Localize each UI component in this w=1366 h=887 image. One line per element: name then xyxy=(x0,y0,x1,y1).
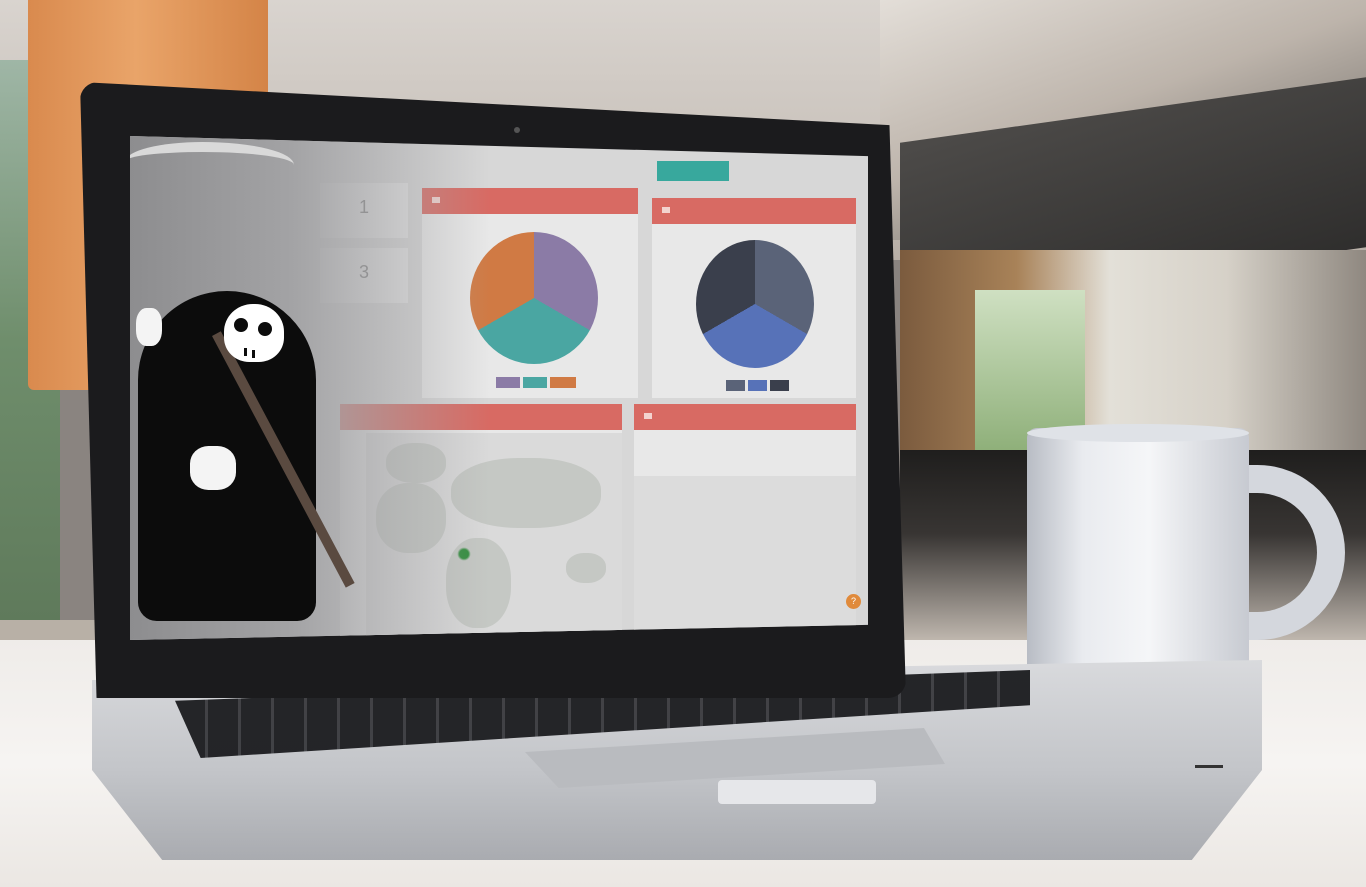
skull-eye-left xyxy=(234,318,248,332)
legend-item[interactable] xyxy=(550,377,576,388)
legend-item[interactable] xyxy=(496,377,520,388)
panel-body xyxy=(634,476,856,640)
pie-chart-right xyxy=(696,240,814,368)
skull-tooth xyxy=(252,350,255,358)
legend-item[interactable] xyxy=(748,380,767,391)
legend-item[interactable] xyxy=(523,377,547,388)
mug-rim xyxy=(1027,424,1249,442)
panel-header xyxy=(652,198,856,224)
skull-face xyxy=(224,304,284,362)
reaper-hand-lower xyxy=(190,446,236,490)
legend-item[interactable] xyxy=(726,380,745,391)
panel-header-icon xyxy=(662,207,670,213)
laptop-notch xyxy=(718,780,876,804)
reaper-hand-upper xyxy=(136,308,162,346)
panel-header-icon xyxy=(644,413,652,419)
scythe-blade xyxy=(130,142,294,184)
help-icon[interactable]: ? xyxy=(846,594,861,609)
dashboard-action-button[interactable] xyxy=(657,161,729,181)
map-australia xyxy=(566,553,606,583)
table-panel xyxy=(634,404,856,476)
skull-tooth xyxy=(244,348,247,356)
panel-header xyxy=(634,404,856,430)
legend-item[interactable] xyxy=(770,380,789,391)
skull-eye-right xyxy=(258,322,272,336)
webcam-icon xyxy=(514,127,520,133)
laptop-screen: 1 3 xyxy=(130,136,868,640)
photo-scene: 1 3 xyxy=(0,0,1366,887)
laptop-led xyxy=(1195,765,1223,768)
